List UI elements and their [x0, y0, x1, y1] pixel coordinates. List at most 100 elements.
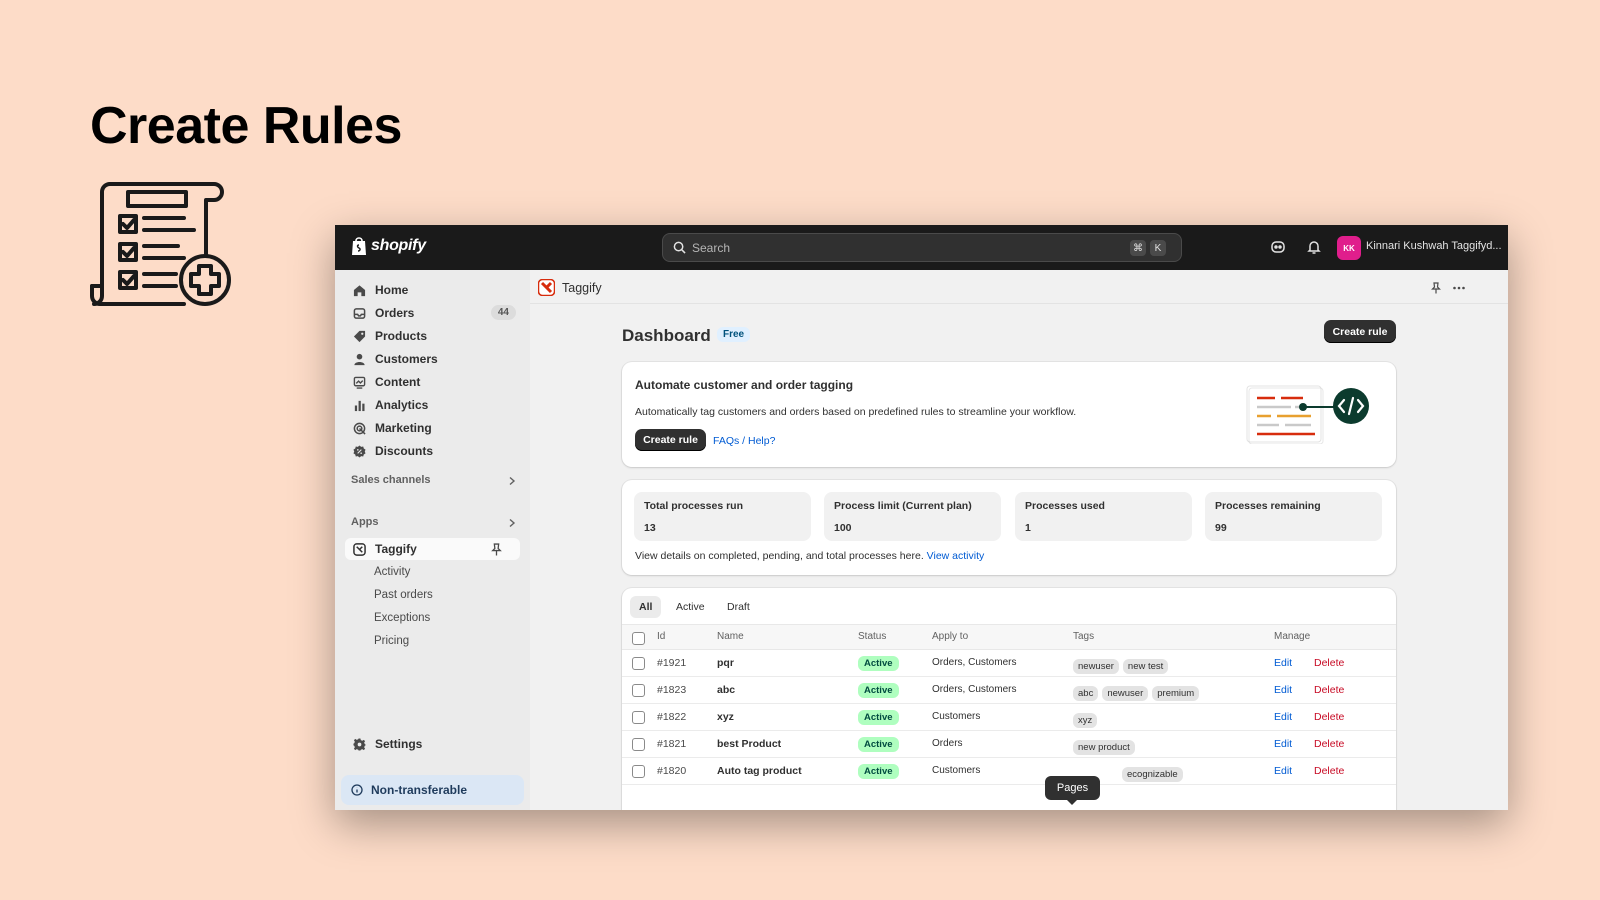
column-header-manage[interactable]: Manage: [1274, 631, 1310, 642]
dashboard-title: Dashboard: [622, 326, 711, 345]
faq-help-link[interactable]: FAQs / Help?: [713, 435, 775, 447]
status-badge: Active: [858, 656, 899, 671]
row-checkbox[interactable]: [632, 765, 645, 778]
sidebar-item-orders[interactable]: Orders 44: [345, 302, 520, 324]
rule-apply-to: Orders, Customers: [932, 657, 1017, 668]
stat-processes-remaining: Processes remaining 99: [1205, 492, 1382, 541]
stat-label: Processes used: [1025, 500, 1105, 512]
top-bar: shopify ⌘ K KK Kinnari Kushwah Taggifyd.…: [335, 225, 1508, 270]
pin-icon[interactable]: [1430, 282, 1442, 294]
search-input[interactable]: [692, 240, 1092, 255]
pages-tooltip: Pages: [1045, 776, 1100, 800]
pin-icon[interactable]: [490, 543, 503, 556]
table-row[interactable]: #1921 pqr Active Orders, Customers newus…: [622, 650, 1396, 677]
intro-create-rule-button[interactable]: Create rule: [635, 429, 706, 451]
rule-apply-to: Customers: [932, 765, 981, 776]
column-header-apply-to[interactable]: Apply to: [932, 631, 968, 642]
delete-link[interactable]: Delete: [1314, 657, 1344, 669]
rule-apply-to: Orders: [932, 738, 963, 749]
sidebar-item-label: Taggify: [375, 542, 417, 556]
sidebar-item-marketing[interactable]: Marketing: [345, 417, 520, 439]
search-bar[interactable]: ⌘ K: [662, 233, 1182, 262]
sidebar-item-customers[interactable]: Customers: [345, 348, 520, 370]
row-checkbox[interactable]: [632, 684, 645, 697]
shortcut-key-k: K: [1150, 240, 1166, 256]
sidebar-item-home[interactable]: Home: [345, 279, 520, 301]
delete-link[interactable]: Delete: [1314, 738, 1344, 750]
intro-heading: Automate customer and order tagging: [635, 378, 854, 392]
bell-icon[interactable]: [1306, 239, 1322, 255]
view-activity-link[interactable]: View activity: [927, 550, 985, 562]
delete-link[interactable]: Delete: [1314, 765, 1344, 777]
create-rule-button[interactable]: Create rule: [1324, 320, 1396, 343]
content-icon: [353, 376, 366, 389]
rule-id: #1823: [657, 684, 687, 696]
stat-label: Process limit (Current plan): [834, 500, 972, 512]
app-title-bar: Taggify: [530, 270, 1508, 304]
edit-link[interactable]: Edit: [1274, 738, 1292, 750]
delete-link[interactable]: Delete: [1314, 711, 1344, 723]
edit-link[interactable]: Edit: [1274, 711, 1292, 723]
tab-active[interactable]: Active: [667, 596, 714, 618]
stat-label: Processes remaining: [1215, 500, 1321, 512]
plan-badge: Free: [717, 327, 751, 342]
delete-link[interactable]: Delete: [1314, 684, 1344, 696]
sidebar-item-settings[interactable]: Settings: [345, 733, 520, 755]
more-options-icon[interactable]: [1452, 282, 1466, 294]
tooltip-arrow: [1066, 799, 1078, 805]
sidebar: Home Orders 44 Products Customers Conten…: [335, 270, 530, 810]
rule-name: best Product: [717, 738, 782, 750]
chevron-right-icon[interactable]: [507, 476, 517, 486]
edit-link[interactable]: Edit: [1274, 765, 1292, 777]
apps-label[interactable]: Apps: [351, 516, 379, 528]
shopify-admin-window: shopify ⌘ K KK Kinnari Kushwah Taggifyd.…: [335, 225, 1508, 810]
sidebar-item-analytics[interactable]: Analytics: [345, 394, 520, 416]
tab-all[interactable]: All: [630, 596, 662, 618]
column-header-status[interactable]: Status: [858, 631, 886, 642]
rule-id: #1821: [657, 738, 687, 750]
rules-code-illustration: [1246, 385, 1369, 444]
column-header-tags[interactable]: Tags: [1073, 631, 1094, 642]
tag-chip: new product: [1073, 740, 1135, 755]
table-row[interactable]: #1823 abc Active Orders, Customers abc ne…: [622, 677, 1396, 704]
store-name[interactable]: Kinnari Kushwah Taggifyd...: [1366, 240, 1501, 252]
table-row[interactable]: #1821 best Product Active Orders new pro…: [622, 731, 1396, 758]
row-checkbox[interactable]: [632, 711, 645, 724]
products-icon: [353, 330, 366, 342]
select-all-checkbox[interactable]: [632, 632, 645, 645]
sidebar-subitem-activity[interactable]: Activity: [374, 566, 410, 578]
intro-card: Automate customer and order tagging Auto…: [622, 362, 1396, 467]
shopify-logo[interactable]: shopify: [351, 236, 426, 256]
slide-title: Create Rules: [90, 97, 402, 155]
table-row[interactable]: #1820 Auto tag product Active Customers …: [622, 758, 1396, 785]
rule-name: pqr: [717, 657, 734, 669]
shopify-bag-icon: [352, 237, 366, 255]
edit-link[interactable]: Edit: [1274, 657, 1292, 669]
sidebar-item-content[interactable]: Content: [345, 371, 520, 393]
row-checkbox[interactable]: [632, 738, 645, 751]
sidebar-subitem-exceptions[interactable]: Exceptions: [374, 612, 430, 624]
non-transferable-banner[interactable]: Non-transferable: [341, 775, 524, 805]
avatar[interactable]: KK: [1337, 236, 1361, 260]
sidebar-item-label: Discounts: [375, 444, 434, 458]
sidebar-item-taggify[interactable]: Taggify: [345, 538, 520, 560]
column-header-id[interactable]: Id: [657, 631, 665, 642]
row-checkbox[interactable]: [632, 657, 645, 670]
tab-draft[interactable]: Draft: [718, 596, 759, 618]
sidebar-item-label: Customers: [375, 352, 438, 366]
sidekick-icon[interactable]: [1270, 239, 1286, 255]
table-row[interactable]: #1822 xyz Active Customers xyz Edit Dele…: [622, 704, 1396, 731]
sidebar-subitem-past-orders[interactable]: Past orders: [374, 589, 433, 601]
sales-channels-label[interactable]: Sales channels: [351, 474, 431, 486]
status-badge: Active: [858, 764, 899, 779]
stat-processes-used: Processes used 1: [1015, 492, 1192, 541]
column-header-name[interactable]: Name: [717, 631, 744, 642]
edit-link[interactable]: Edit: [1274, 684, 1292, 696]
chevron-right-icon[interactable]: [507, 518, 517, 528]
orders-icon: [353, 307, 366, 319]
sidebar-item-discounts[interactable]: Discounts: [345, 440, 520, 462]
sidebar-item-products[interactable]: Products: [345, 325, 520, 347]
sidebar-subitem-pricing[interactable]: Pricing: [374, 635, 409, 647]
taggify-logo-icon: [538, 279, 555, 296]
rule-tags: newuser new test: [1073, 656, 1172, 674]
